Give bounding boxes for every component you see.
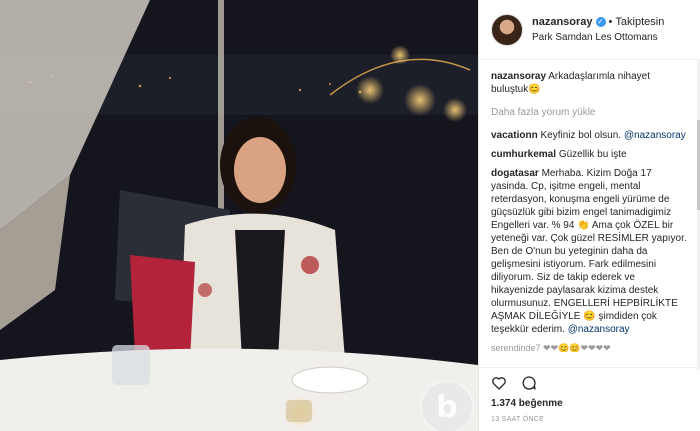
action-bar [479, 367, 700, 398]
post-header: nazansoray ✓ • Takiptesin Park Samdan Le… [479, 0, 700, 60]
watermark-logo: b [420, 380, 474, 431]
comment-mention[interactable]: @nazansoray [568, 324, 630, 335]
caption: nazansoray Arkadaşlarımla nihayet buluşt… [491, 70, 688, 96]
header-username[interactable]: nazansoray [532, 15, 593, 30]
follow-status-button[interactable]: Takiptesin [615, 15, 664, 30]
heart-icon[interactable] [491, 375, 507, 391]
instagram-post: b nazansoray ✓ • Takiptesin Park Samdan … [0, 0, 700, 431]
location-link[interactable]: Park Samdan Les Ottomans [532, 30, 664, 45]
comment-text: Merhaba. Kizim Doğa 17 yasinda. Cp, işit… [491, 168, 687, 335]
comment-item: dogatasar Merhaba. Kizim Doğa 17 yasinda… [491, 167, 688, 336]
comments-list: nazansoray Arkadaşlarımla nihayet buluşt… [479, 60, 700, 367]
comment-username[interactable]: cumhurkemal [491, 149, 556, 160]
header-user-row: nazansoray ✓ • Takiptesin [532, 15, 664, 30]
comment-text: Keyfiniz bol olsun. [540, 130, 622, 141]
header-separator: • [608, 15, 613, 28]
header-info: nazansoray ✓ • Takiptesin Park Samdan Le… [532, 15, 664, 45]
likes-count[interactable]: 1.374 beğenme [479, 398, 700, 412]
comment-text: Güzellik bu işte [558, 149, 627, 160]
comment-icon[interactable] [521, 375, 537, 391]
comment-mention[interactable]: @nazansoray [624, 130, 686, 141]
verified-badge-icon: ✓ [595, 17, 606, 27]
photo-scene [0, 0, 478, 431]
comment-item: vacationn Keyfiniz bol olsun. @nazansora… [491, 129, 688, 142]
comment-username[interactable]: dogatasar [491, 168, 539, 179]
load-more-comments-link[interactable]: Daha fazla yorum yükle [491, 106, 688, 119]
partial-comment: serendinde7 ❤❤😊😊❤❤❤❤ [491, 343, 611, 352]
comment-username[interactable]: vacationn [491, 130, 538, 141]
post-sidebar: nazansoray ✓ • Takiptesin Park Samdan Le… [478, 0, 700, 431]
caption-username[interactable]: nazansoray [491, 71, 546, 82]
post-timestamp: 13 SAAT ÖNCE [491, 416, 545, 423]
comment-item: cumhurkemal Güzellik bu işte [491, 148, 688, 161]
avatar[interactable] [491, 13, 523, 46]
post-photo[interactable]: b [0, 0, 478, 431]
